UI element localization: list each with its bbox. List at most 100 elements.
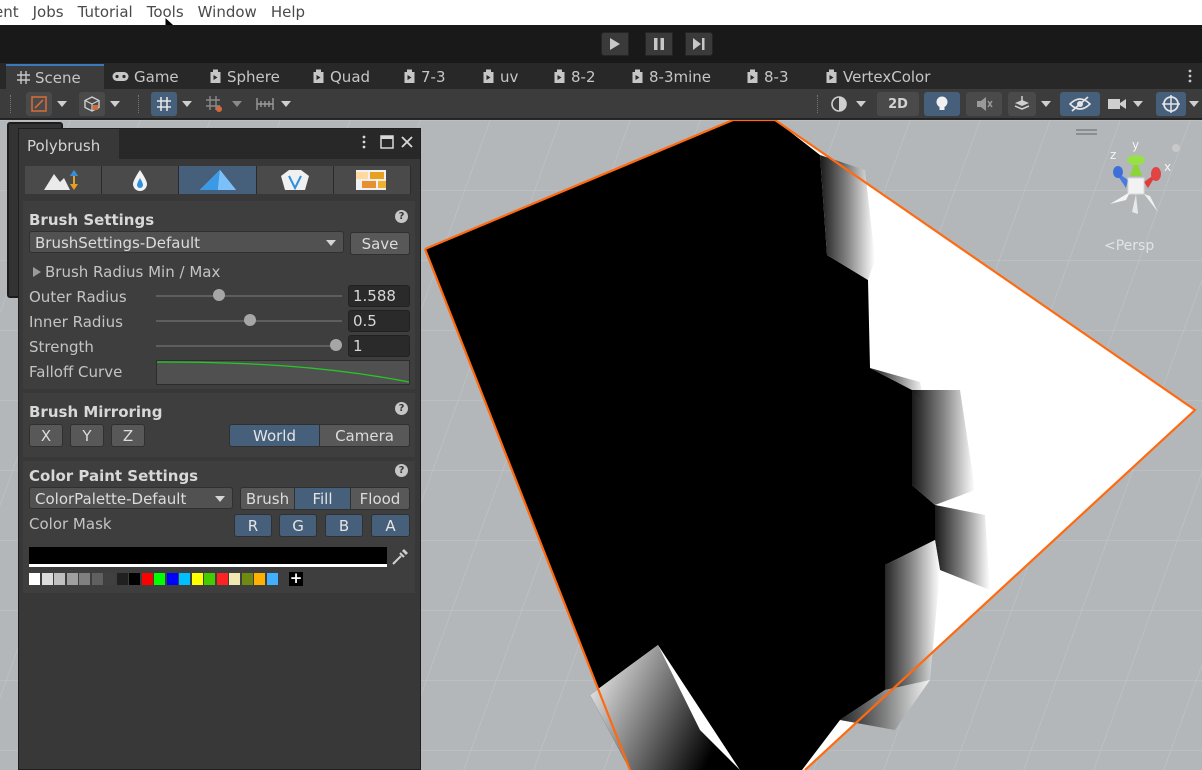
tab-8-3[interactable]: 8-3: [745, 64, 789, 89]
color-swatch[interactable]: [116, 573, 128, 585]
render-mode-dropdown[interactable]: [105, 92, 125, 116]
scene-visibility-button[interactable]: [1060, 92, 1100, 116]
step-button[interactable]: [685, 32, 713, 56]
color-swatch[interactable]: [229, 573, 240, 585]
tab-vertexcolor[interactable]: VertexColor: [824, 64, 930, 89]
help-icon[interactable]: ?: [395, 402, 408, 415]
current-color-field[interactable]: [29, 547, 387, 567]
snap-increment-button[interactable]: [201, 92, 227, 116]
mode-texture-button[interactable]: [333, 166, 412, 194]
help-icon[interactable]: ?: [395, 464, 408, 477]
pause-button[interactable]: [645, 32, 673, 56]
orientation-gizmo[interactable]: y z x <Persp: [1100, 138, 1190, 254]
color-swatch[interactable]: [241, 573, 253, 585]
camera-settings-button[interactable]: [1105, 92, 1129, 116]
mask-a-button[interactable]: A: [371, 514, 410, 537]
mirror-x-button[interactable]: X: [29, 424, 63, 447]
tab-game[interactable]: Game: [112, 64, 179, 89]
eyedropper-button[interactable]: [389, 547, 410, 567]
color-swatch[interactable]: [191, 573, 203, 585]
grid-dropdown[interactable]: [177, 92, 197, 116]
tab-7-3[interactable]: 7-3: [402, 64, 446, 89]
outer-radius-slider[interactable]: [156, 295, 342, 297]
tab-scene[interactable]: Scene: [6, 64, 104, 89]
camera-dropdown[interactable]: [1128, 92, 1148, 116]
color-swatch[interactable]: [66, 573, 78, 585]
outer-radius-slider-thumb[interactable]: [213, 289, 225, 301]
help-icon[interactable]: ?: [395, 210, 408, 223]
kebab-menu-icon[interactable]: [361, 134, 367, 154]
draw-mode-dropdown[interactable]: [52, 92, 72, 116]
paint-mode-flood-button[interactable]: Flood: [350, 487, 410, 510]
menu-component[interactable]: ent: [0, 0, 26, 25]
maximize-icon[interactable]: [380, 135, 394, 153]
color-swatch[interactable]: [154, 573, 165, 585]
strength-slider[interactable]: [156, 345, 342, 347]
toggle-2d-button[interactable]: 2D: [877, 92, 919, 116]
projection-toggle[interactable]: <Persp: [1104, 238, 1154, 254]
gizmos-dropdown[interactable]: [1186, 92, 1202, 116]
tab-quad[interactable]: Quad: [311, 64, 370, 89]
color-swatch[interactable]: [141, 573, 153, 585]
paint-mode-brush-button[interactable]: Brush: [240, 487, 295, 510]
color-swatch[interactable]: [91, 573, 103, 585]
draw-mode-button[interactable]: [26, 92, 52, 116]
strength-field[interactable]: 1: [348, 335, 410, 357]
gizmos-button[interactable]: [1156, 92, 1186, 116]
color-swatch[interactable]: [54, 573, 65, 585]
close-icon[interactable]: [400, 135, 414, 153]
shading-mode-button[interactable]: [826, 92, 852, 116]
tab-8-2[interactable]: 8-2: [552, 64, 596, 89]
color-swatch[interactable]: [204, 573, 215, 585]
save-button[interactable]: Save: [350, 232, 410, 255]
mirror-z-button[interactable]: Z: [111, 424, 145, 447]
falloff-curve-field[interactable]: [156, 360, 410, 385]
menu-window[interactable]: Window: [191, 0, 264, 25]
audio-toggle-button[interactable]: [966, 92, 1002, 116]
color-swatch[interactable]: [29, 573, 40, 585]
effects-toggle-button[interactable]: [1008, 92, 1036, 116]
grid-toggle-button[interactable]: [151, 92, 177, 116]
tab-sphere[interactable]: Sphere: [208, 64, 280, 89]
color-swatch[interactable]: [104, 573, 115, 585]
mirror-world-button[interactable]: World: [229, 424, 320, 447]
mode-paint-vertex-button[interactable]: [179, 166, 257, 194]
tab-uv[interactable]: uv: [481, 64, 518, 89]
render-mode-button[interactable]: [79, 92, 105, 116]
add-swatch-button[interactable]: +: [289, 571, 303, 586]
inner-radius-field[interactable]: 0.5: [348, 310, 410, 332]
effects-dropdown[interactable]: [1036, 92, 1056, 116]
snap-dropdown[interactable]: [227, 92, 247, 116]
mode-scatter-prefab-button[interactable]: [256, 166, 334, 194]
color-swatch[interactable]: [216, 573, 228, 585]
mode-sculpt-button[interactable]: [25, 166, 103, 194]
mask-g-button[interactable]: G: [279, 514, 317, 537]
play-button[interactable]: [601, 32, 629, 56]
menu-jobs[interactable]: Jobs: [26, 0, 71, 25]
shading-mode-dropdown[interactable]: [851, 92, 871, 116]
color-swatch[interactable]: [179, 573, 190, 585]
color-swatch[interactable]: [41, 573, 53, 585]
increment-snap-dropdown[interactable]: [276, 92, 296, 116]
polybrush-tab[interactable]: Polybrush: [19, 129, 119, 159]
mirror-camera-button[interactable]: Camera: [319, 424, 410, 447]
strength-slider-thumb[interactable]: [330, 339, 342, 351]
menu-help[interactable]: Help: [264, 0, 312, 25]
color-swatch[interactable]: [79, 573, 90, 585]
paint-mode-fill-button[interactable]: Fill: [294, 487, 351, 510]
color-swatch[interactable]: [254, 573, 265, 585]
outer-radius-field[interactable]: 1.588: [348, 285, 410, 307]
inner-radius-slider-thumb[interactable]: [244, 314, 256, 326]
menu-tutorial[interactable]: Tutorial: [71, 0, 140, 25]
color-palette-dropdown[interactable]: ColorPalette-Default: [29, 487, 233, 509]
mirror-y-button[interactable]: Y: [70, 424, 104, 447]
tab-8-3mine[interactable]: 8-3mine: [630, 64, 711, 89]
mode-smooth-button[interactable]: [102, 166, 180, 194]
brush-preset-dropdown[interactable]: BrushSettings-Default: [29, 231, 344, 253]
lighting-toggle-button[interactable]: [924, 92, 960, 116]
increment-snap-button[interactable]: [252, 92, 278, 116]
color-swatch[interactable]: [266, 573, 278, 585]
color-swatch[interactable]: [129, 573, 140, 585]
mask-r-button[interactable]: R: [234, 514, 272, 537]
color-swatch[interactable]: [166, 573, 178, 585]
